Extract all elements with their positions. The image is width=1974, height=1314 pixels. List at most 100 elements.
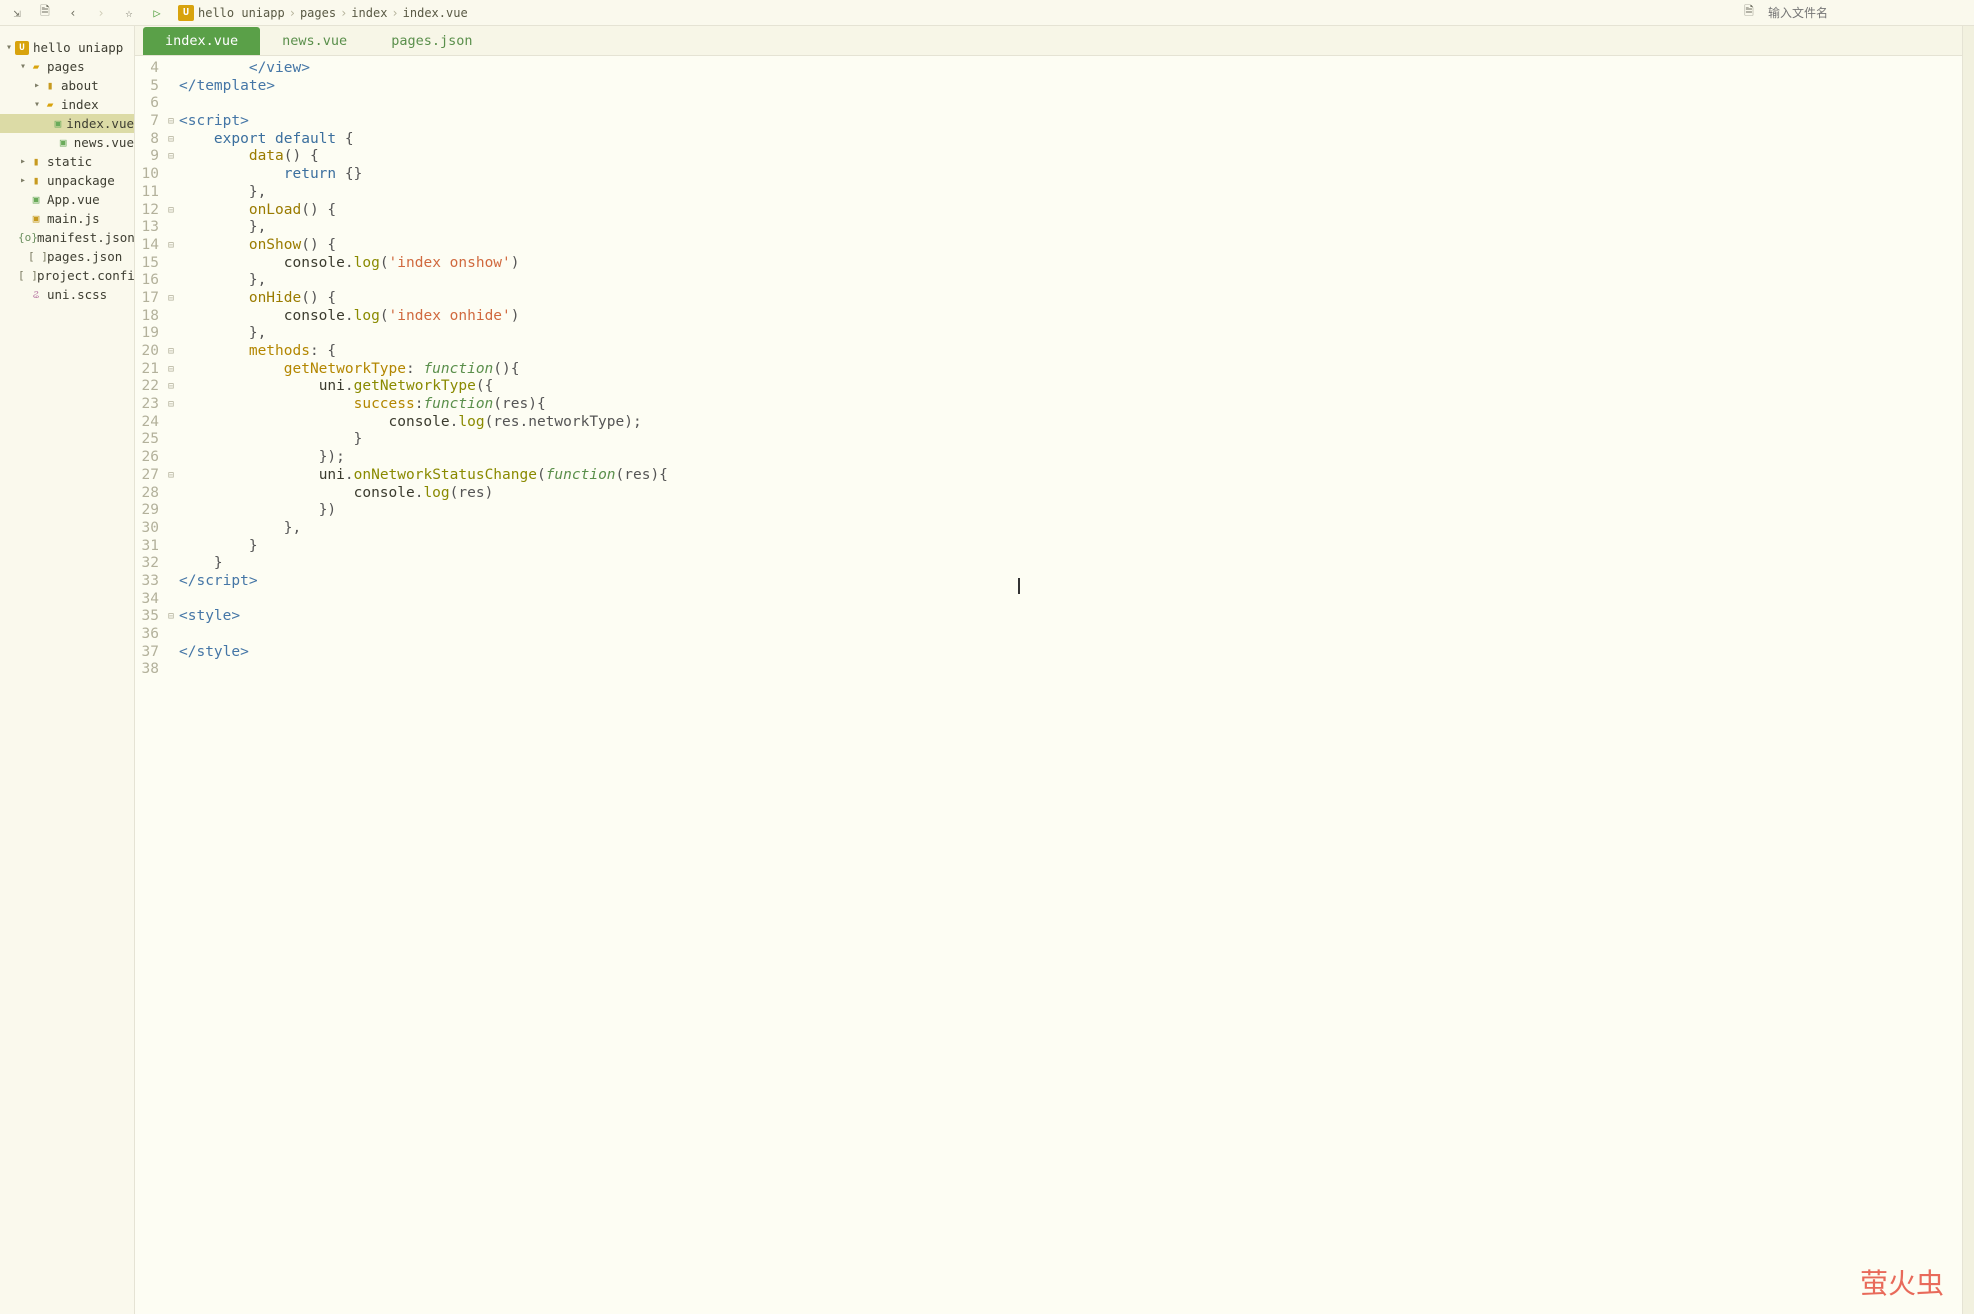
fold-toggle[interactable]: ⊟ — [165, 290, 177, 308]
code-line[interactable]: }) — [179, 502, 1962, 520]
code-line[interactable]: }, — [179, 184, 1962, 202]
tree-item[interactable]: [ ]pages.json — [0, 247, 134, 266]
fold-toggle[interactable]: ⊟ — [165, 361, 177, 379]
code-line[interactable]: onShow() { — [179, 237, 1962, 255]
search-input[interactable] — [1768, 4, 1968, 22]
code-line[interactable]: }, — [179, 520, 1962, 538]
tab[interactable]: news.vue — [260, 27, 369, 55]
run-icon[interactable]: ▷ — [146, 2, 168, 24]
crumb-0[interactable]: hello uniapp — [198, 6, 285, 20]
tree-item[interactable]: ▸▮static — [0, 152, 134, 171]
twist-icon[interactable]: ▾ — [18, 61, 28, 72]
tree-item[interactable]: ▣index.vue — [0, 114, 134, 133]
fold-toggle[interactable]: ⊟ — [165, 113, 177, 131]
fold-toggle[interactable]: ⊟ — [165, 237, 177, 255]
code-line[interactable]: }, — [179, 272, 1962, 290]
code-line[interactable]: </style> — [179, 644, 1962, 662]
star-icon[interactable]: ☆ — [118, 2, 140, 24]
code-line[interactable]: console.log('index onshow') — [179, 255, 1962, 273]
code-line[interactable]: </view> — [179, 60, 1962, 78]
code-line[interactable]: }, — [179, 219, 1962, 237]
crumb-2[interactable]: index — [351, 6, 387, 20]
code-line[interactable]: <style> — [179, 608, 1962, 626]
code-line[interactable]: return {} — [179, 166, 1962, 184]
tree-item[interactable]: {o}manifest.json — [0, 228, 134, 247]
save-icon[interactable]: 🗎 — [34, 2, 56, 24]
code-line[interactable]: getNetworkType: function(){ — [179, 361, 1962, 379]
fold-toggle[interactable]: ⊟ — [165, 148, 177, 166]
code-line[interactable]: onHide() { — [179, 290, 1962, 308]
fold-toggle[interactable]: ⊟ — [165, 608, 177, 626]
line-number: 26 — [135, 449, 159, 467]
fold-toggle[interactable]: ⊟ — [165, 396, 177, 414]
code-line[interactable] — [179, 661, 1962, 679]
fold-toggle[interactable]: ⊟ — [165, 343, 177, 361]
tree-item[interactable]: ▣App.vue — [0, 190, 134, 209]
code-line[interactable]: } — [179, 431, 1962, 449]
tree-item[interactable]: ଌuni.scss — [0, 285, 134, 304]
twist-icon[interactable]: ▾ — [4, 42, 14, 53]
file-icon: ▣ — [53, 117, 64, 130]
code-line[interactable]: uni.onNetworkStatusChange(function(res){ — [179, 467, 1962, 485]
code-line[interactable]: uni.getNetworkType({ — [179, 378, 1962, 396]
forward-icon[interactable]: › — [90, 2, 112, 24]
crumb-1[interactable]: pages — [300, 6, 336, 20]
code-line[interactable]: console.log(res.networkType); — [179, 414, 1962, 432]
code-line[interactable]: console.log(res) — [179, 485, 1962, 503]
code-line[interactable]: }); — [179, 449, 1962, 467]
line-number: 34 — [135, 591, 159, 609]
code-line[interactable]: } — [179, 555, 1962, 573]
fold-toggle — [165, 573, 177, 591]
code-line[interactable]: success:function(res){ — [179, 396, 1962, 414]
fold-gutter[interactable]: ⊟⊟⊟⊟⊟⊟⊟⊟⊟⊟⊟⊟ — [165, 60, 177, 1314]
tree-item[interactable]: ▸▮unpackage — [0, 171, 134, 190]
line-number: 17 — [135, 290, 159, 308]
fold-toggle[interactable]: ⊟ — [165, 378, 177, 396]
line-number: 12 — [135, 202, 159, 220]
twist-icon[interactable]: ▸ — [18, 156, 28, 167]
tree-item[interactable]: [ ]project.config.... — [0, 266, 134, 285]
tree-item[interactable]: ▣news.vue — [0, 133, 134, 152]
tree-item[interactable]: ▾Uhello uniapp — [0, 38, 134, 57]
code-line[interactable]: }, — [179, 325, 1962, 343]
code-editor[interactable]: 4567891011121314151617181920212223242526… — [135, 56, 1962, 1314]
code-line[interactable]: console.log('index onhide') — [179, 308, 1962, 326]
crumb-3[interactable]: index.vue — [403, 6, 468, 20]
twist-icon[interactable]: ▾ — [32, 99, 42, 110]
fold-toggle — [165, 502, 177, 520]
twist-icon[interactable]: ▸ — [18, 175, 28, 186]
tree-item[interactable]: ▣main.js — [0, 209, 134, 228]
tree-item[interactable]: ▾▰index — [0, 95, 134, 114]
code-line[interactable]: data() { — [179, 148, 1962, 166]
twist-icon[interactable]: ▸ — [32, 80, 42, 91]
code-line[interactable]: export default { — [179, 131, 1962, 149]
code-line[interactable]: <script> — [179, 113, 1962, 131]
file-icon: ▣ — [56, 136, 71, 149]
scrollbar[interactable] — [1962, 26, 1974, 1314]
code-line[interactable] — [179, 95, 1962, 113]
code-line[interactable] — [179, 626, 1962, 644]
code-line[interactable]: } — [179, 538, 1962, 556]
tree-item[interactable]: ▾▰pages — [0, 57, 134, 76]
back-icon[interactable]: ‹ — [62, 2, 84, 24]
line-number: 24 — [135, 414, 159, 432]
tree-item[interactable]: ▸▮about — [0, 76, 134, 95]
toggle-panel-icon[interactable]: ⇲ — [6, 2, 28, 24]
file-tree: ▾Uhello uniapp▾▰pages▸▮about▾▰index▣inde… — [0, 26, 135, 1314]
tree-label: manifest.json — [37, 230, 135, 245]
line-number: 33 — [135, 573, 159, 591]
fold-toggle[interactable]: ⊟ — [165, 467, 177, 485]
fold-toggle — [165, 95, 177, 113]
search-file-icon[interactable]: 🗎 — [1738, 2, 1760, 24]
code-line[interactable]: </template> — [179, 78, 1962, 96]
line-number: 25 — [135, 431, 159, 449]
fold-toggle[interactable]: ⊟ — [165, 202, 177, 220]
tab[interactable]: pages.json — [369, 27, 494, 55]
code-line[interactable]: onLoad() { — [179, 202, 1962, 220]
code-line[interactable] — [179, 591, 1962, 609]
code-line[interactable]: methods: { — [179, 343, 1962, 361]
code-line[interactable]: </script> — [179, 573, 1962, 591]
code-content[interactable]: </view></template> <script> export defau… — [177, 60, 1962, 1314]
tab[interactable]: index.vue — [143, 27, 260, 55]
fold-toggle[interactable]: ⊟ — [165, 131, 177, 149]
